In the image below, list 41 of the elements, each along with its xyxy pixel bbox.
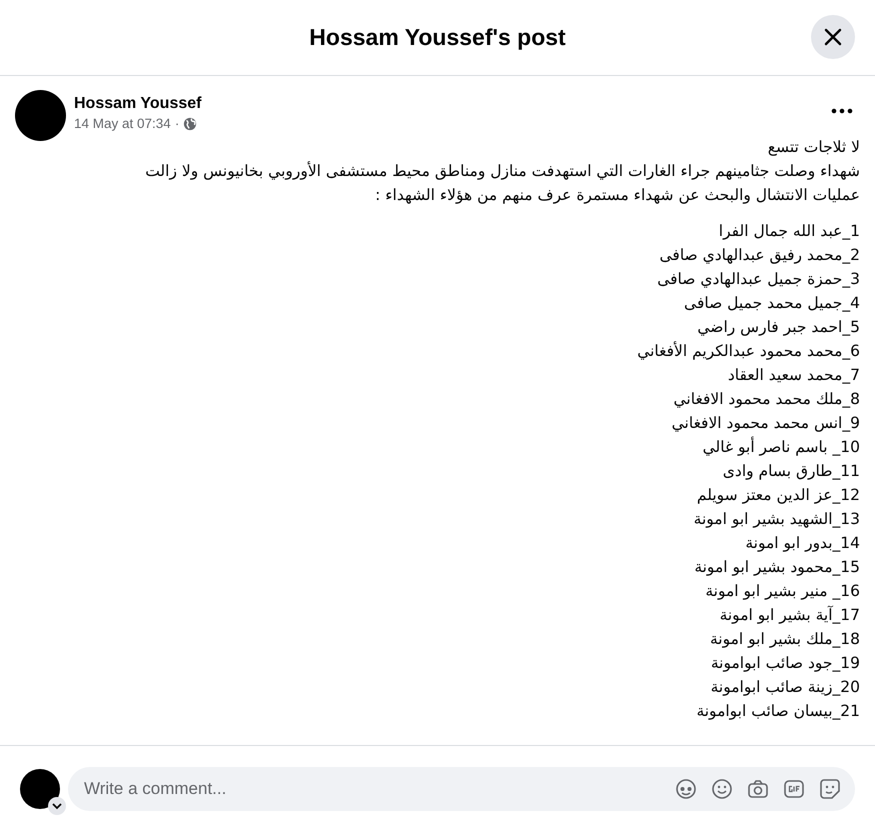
globe-icon	[183, 117, 198, 132]
name-line: 18_ملك بشير ابو امونة	[708, 629, 860, 650]
name-line: 15_محمود بشير ابو امونة	[693, 557, 860, 578]
name-line: 14_بدور ابو امونة	[744, 533, 860, 554]
emoji-icon[interactable]	[711, 778, 733, 800]
more-options-icon[interactable]	[830, 108, 854, 114]
name-line: 19_جود صائب ابوامونة	[710, 653, 860, 674]
name-line: 20_زينة صائب ابوامونة	[710, 677, 860, 698]
author-name[interactable]: Hossam Youssef	[74, 94, 816, 114]
post-time[interactable]: 14 May at 07:34	[74, 114, 171, 134]
post-paragraph: شهداء وصلت جثامينهم جراء الغارات التي استهدفت منازل ومناطق محيط مستشفى الأوروبي بخانيونس ولا زالت عمليات الانتشال والبحث عن شهداء مستمرة عرف منهم من هؤلاء الشهداء :	[144, 160, 860, 206]
name-line: 21_بيسان صائب ابوامونة	[695, 701, 860, 722]
gif-icon[interactable]	[783, 778, 805, 800]
close-button[interactable]	[811, 15, 855, 59]
name-line: 5_احمد جبر فارس راضي	[696, 317, 860, 338]
post-heading: لا ثلاجات تتسع	[766, 137, 860, 158]
close-icon[interactable]	[823, 27, 843, 47]
avatar-sticker-icon[interactable]	[675, 778, 697, 800]
name-line: 17_آية بشير ابو امونة	[718, 604, 860, 626]
chevron-icon[interactable]	[48, 797, 66, 815]
name-line: 3_حمزة جميل عبدالهادي صافى	[656, 269, 860, 290]
name-line: 10_ باسم ناصر أبو غالي	[702, 436, 860, 458]
name-line: 2_محمد رفيق عبدالهادي صافى	[658, 245, 860, 266]
dialog-title: Hossam Youssef's post	[309, 24, 566, 52]
name-line: 16_ منير بشير ابو امونة	[704, 581, 860, 602]
name-line: 7_محمد سعيد العقاد	[726, 365, 860, 386]
author-avatar[interactable]	[15, 90, 66, 141]
name-line: 11_طارق بسام وادى	[722, 461, 860, 482]
name-line: 8_ملك محمد محمود الافغاني	[672, 389, 860, 410]
sticker-icon[interactable]	[819, 778, 841, 800]
user-avatar[interactable]	[20, 769, 60, 809]
name-line: 6_محمد محمود عبدالكريم الأفغاني	[636, 340, 860, 362]
name-line: 9_انس محمد محمود الافغاني	[670, 413, 860, 434]
name-line: 4_جميل محمد جميل صافى	[683, 293, 860, 314]
comment-field[interactable]: Write a comment...	[82, 775, 661, 803]
name-line: 1_عبد الله جمال الفرا	[718, 221, 860, 242]
name-line: 13_الشهيد بشير ابو امونة	[692, 509, 860, 530]
camera-icon[interactable]	[747, 778, 769, 800]
comment-box[interactable]: Write a comment...	[68, 767, 855, 811]
name-line: 12_عز الدين معتز سويلم	[696, 485, 860, 506]
separator: ·	[174, 115, 180, 133]
